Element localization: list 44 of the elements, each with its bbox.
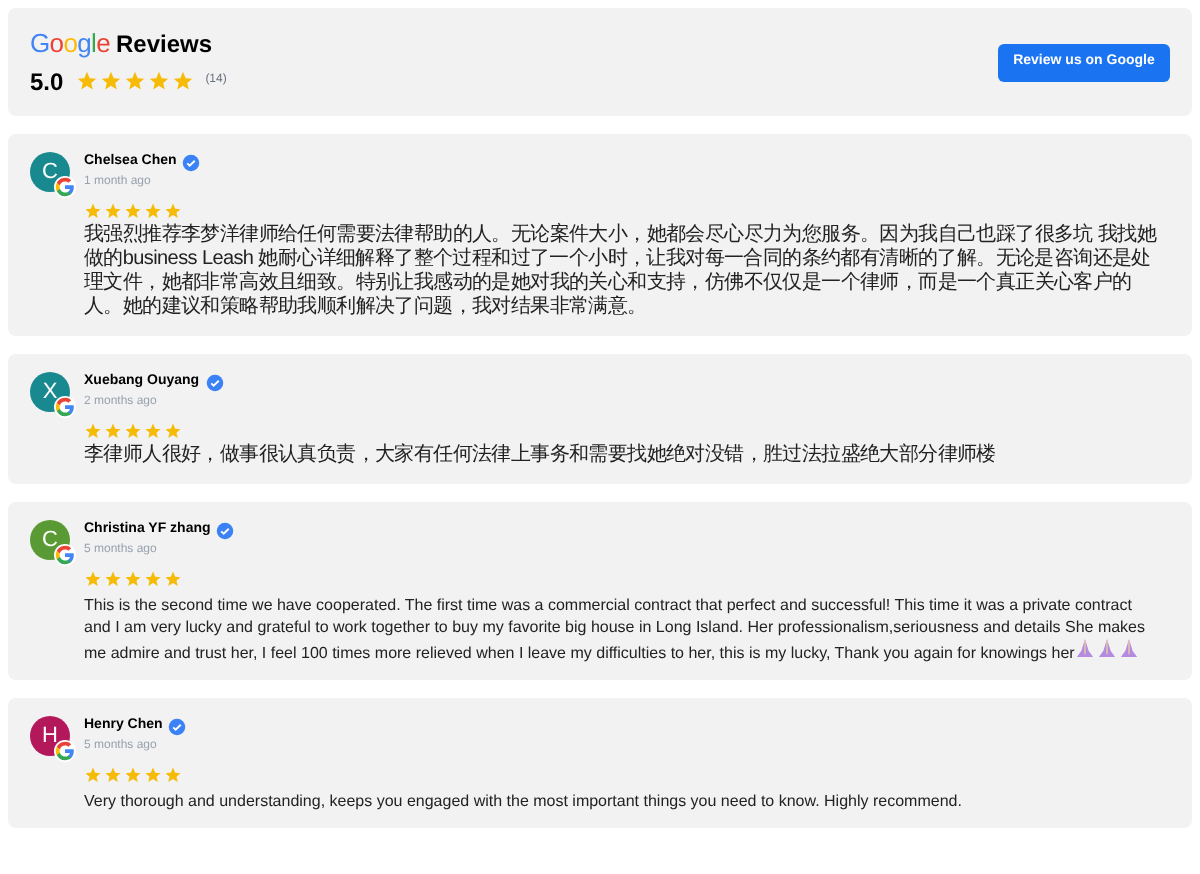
- star-icon: [75, 70, 98, 93]
- review-text: Very thorough and understanding, keeps you engaged with the most important things you need to know. Highly recommend.: [84, 790, 964, 812]
- google-g-icon: [54, 396, 76, 418]
- verified-icon: [205, 373, 224, 392]
- star-icon: [124, 570, 142, 588]
- verified-icon: [182, 153, 201, 172]
- verified-icon: [216, 521, 235, 540]
- star-icon: [104, 202, 122, 220]
- star-icon: [84, 202, 102, 220]
- star-icon: [84, 422, 102, 440]
- google-g-icon: [54, 544, 76, 566]
- review-text: 我强烈推荐李梦洋律师给任何需要法律帮助的人。无论案件大小，她都会尽心尽力为您服务。因为我自己也踩了很多坑 我找她做的business Leash 她耐心详细解释了整个过程和过了一个小时，让我对每一合同的条约都有清晰的了解。无论是咨询还是处理文件，她都非常高效且细致。特别让我感动的是她对我的关心和支持，仿佛不仅仅是一个律师，而是一个真正关心客户的人。她的建议和策略帮助我顺利解决了问题，我对结果非常满意。: [84, 224, 1159, 320]
- star-icon: [104, 422, 122, 440]
- avatar: C: [30, 520, 70, 560]
- star-icon: [144, 422, 162, 440]
- star-icon: [147, 70, 170, 93]
- star-icon: [124, 422, 142, 440]
- verified-icon: [168, 717, 187, 736]
- rating-value: 5.0: [30, 65, 64, 100]
- google-g-icon: [54, 740, 76, 762]
- star-icon: [84, 766, 102, 784]
- star-icon: [123, 70, 146, 93]
- star-icon: [164, 422, 182, 440]
- star-icon: [124, 202, 142, 220]
- star-icon: [104, 570, 122, 588]
- avatar: X: [30, 372, 70, 412]
- avatar: C: [30, 152, 70, 192]
- star-icon: [144, 766, 162, 784]
- google-g-icon: [54, 176, 76, 198]
- review-text: This is the second time we have cooperated. The first time was a commercial contract that perfect and successful! This time it was a private contract and I am very lucky and grateful to work together to buy my favorite big house in Long Island. Her professionalism,seriousness and details She makes me admire and trust her, I feel 100 times more relieved when I leave my difficulties to her, this is my lucky, Thank you again for knowings her: [84, 594, 1147, 664]
- star-icon: [104, 766, 122, 784]
- reviews-title: Reviews: [116, 28, 213, 63]
- star-icon: [164, 202, 182, 220]
- star-icon: [144, 202, 162, 220]
- star-icon: [144, 570, 162, 588]
- star-icon: [84, 570, 102, 588]
- avatar: H: [30, 716, 70, 756]
- star-icon: [124, 766, 142, 784]
- google-logo: Google: [30, 26, 110, 63]
- star-icon: [164, 766, 182, 784]
- star-icon: [99, 70, 122, 93]
- star-icon: [164, 570, 182, 588]
- review-text: 李律师人很好，做事很认真负责，大家有任何法律上事务和需要找她绝对没错，胜过法拉盛绝大部分律师楼: [84, 444, 998, 468]
- star-icon: [171, 70, 194, 93]
